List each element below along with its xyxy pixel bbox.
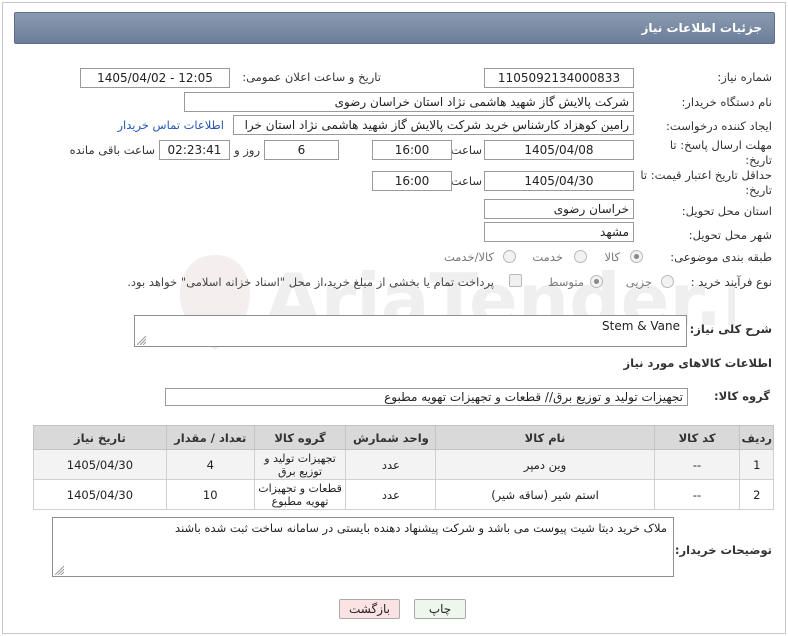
days-remaining-field: 6 bbox=[264, 140, 339, 160]
cell-item-code: -- bbox=[653, 479, 741, 510]
back-button[interactable]: بازگشت bbox=[339, 599, 400, 619]
print-button[interactable]: چاپ bbox=[414, 599, 466, 619]
cell-row-number: 2 bbox=[739, 479, 774, 510]
category-service-radio[interactable] bbox=[574, 250, 587, 263]
page-title: جزئیات اطلاعات نیاز bbox=[641, 21, 762, 35]
cell-need-date: 1405/04/30 bbox=[33, 479, 167, 510]
cell-item-group: قطعات و تجهیزات تهویه مطبوع bbox=[253, 479, 347, 510]
buyer-notes-text: ملاک خرید دیتا شیت پیوست می باشد و شرکت … bbox=[175, 521, 667, 535]
province-field: خراسان رضوی bbox=[484, 199, 634, 219]
cell-item-name: استم شیر (ساقه شیر) bbox=[435, 479, 655, 510]
day-and-label: روز و bbox=[234, 143, 260, 157]
category-goods-service-label: کالا/خدمت bbox=[443, 250, 494, 264]
process-medium-label: متوسط bbox=[547, 275, 584, 289]
cell-need-date: 1405/04/30 bbox=[33, 449, 167, 480]
city-label: شهر محل تحویل: bbox=[688, 228, 772, 242]
time-remaining-field: 02:23:41 bbox=[159, 140, 230, 160]
cell-unit: عدد bbox=[345, 479, 437, 510]
price-hour-label: ساعت bbox=[450, 174, 482, 188]
price-validity-date-field: 1405/04/30 bbox=[484, 171, 634, 191]
buyer-notes-label: توضیحات خریدار: bbox=[674, 543, 772, 557]
reply-deadline-label: مهلت ارسال پاسخ: تا تاریخ: bbox=[669, 138, 772, 167]
cell-item-name: وین دمپر bbox=[435, 449, 655, 480]
col-header-item-group: گروه کالا bbox=[253, 425, 347, 450]
buyer-org-field: شرکت پالایش گاز شهید هاشمی نژاد استان خر… bbox=[184, 92, 634, 112]
goods-section-title: اطلاعات کالاهای مورد نیاز bbox=[623, 356, 772, 370]
cell-unit: عدد bbox=[345, 449, 437, 480]
col-header-quantity: تعداد / مقدار bbox=[165, 425, 255, 450]
description-label: شرح کلی نیاز: bbox=[689, 322, 772, 336]
col-header-row-number: ردیف bbox=[739, 425, 774, 450]
reply-date-field: 1405/04/08 bbox=[484, 140, 634, 160]
reply-time-field: 16:00 bbox=[372, 140, 452, 160]
creator-field: رامین کوهزاد کارشناس خرید شرکت پالایش گا… bbox=[233, 115, 634, 135]
treasury-payment-checkbox[interactable] bbox=[509, 274, 522, 287]
col-header-unit: واحد شمارش bbox=[345, 425, 437, 450]
col-header-item-code: کد کالا bbox=[653, 425, 741, 450]
price-validity-label: حداقل تاریخ اعتبار قیمت: تا تاریخ: bbox=[640, 168, 772, 197]
category-goods-radio[interactable] bbox=[630, 250, 643, 263]
cell-item-group: تجهیزات تولید و توزیع برق bbox=[253, 449, 347, 480]
category-goods-label: کالا bbox=[604, 250, 620, 264]
buyer-notes-textarea[interactable]: ملاک خرید دیتا شیت پیوست می باشد و شرکت … bbox=[52, 517, 674, 577]
reply-hour-label: ساعت bbox=[450, 143, 482, 157]
cell-item-code: -- bbox=[653, 449, 741, 480]
goods-group-field: تجهیزات تولید و توزیع برق// قطعات و تجهی… bbox=[165, 388, 688, 406]
buyer-org-label: نام دستگاه خریدار: bbox=[681, 95, 772, 109]
goods-group-label: گروه کالا: bbox=[714, 389, 770, 403]
contact-info-link[interactable]: اطلاعات تماس خریدار bbox=[117, 118, 224, 132]
page-header: جزئیات اطلاعات نیاز bbox=[14, 12, 775, 44]
treasury-payment-note: پرداخت تمام یا بخشی از مبلغ خرید،از محل … bbox=[127, 275, 494, 289]
process-medium-radio[interactable] bbox=[590, 275, 603, 288]
city-field: مشهد bbox=[484, 222, 634, 242]
category-label: طبقه بندی موضوعی: bbox=[670, 250, 772, 264]
goods-table: ردیف کد کالا نام کالا واحد شمارش گروه کا… bbox=[33, 425, 774, 510]
time-remaining-label: ساعت باقی مانده bbox=[69, 143, 155, 157]
announce-label: تاریخ و ساعت اعلان عمومی: bbox=[242, 70, 381, 84]
resize-grip-icon[interactable] bbox=[137, 336, 146, 345]
col-header-need-date: تاریخ نیاز bbox=[33, 425, 167, 450]
table-row: 1 -- وین دمپر عدد تجهیزات تولید و توزیع … bbox=[33, 449, 774, 480]
cell-row-number: 1 bbox=[739, 449, 774, 480]
cell-quantity: 4 bbox=[165, 449, 255, 480]
col-header-item-name: نام کالا bbox=[435, 425, 655, 450]
resize-grip-icon[interactable] bbox=[55, 566, 64, 575]
price-validity-time-field: 16:00 bbox=[372, 171, 452, 191]
cell-quantity: 10 bbox=[165, 479, 255, 510]
creator-label: ایجاد کننده درخواست: bbox=[666, 119, 772, 133]
process-type-label: نوع فرآیند خرید : bbox=[690, 275, 772, 289]
category-goods-service-radio[interactable] bbox=[503, 250, 516, 263]
process-minor-label: جزیی bbox=[625, 275, 652, 289]
table-row: 2 -- استم شیر (ساقه شیر) عدد قطعات و تجه… bbox=[33, 479, 774, 510]
need-number-label: شماره نیاز: bbox=[717, 70, 772, 84]
province-label: استان محل تحویل: bbox=[681, 204, 772, 218]
process-minor-radio[interactable] bbox=[661, 275, 674, 288]
description-textarea[interactable]: Stem & Vane bbox=[134, 315, 687, 347]
description-text: Stem & Vane bbox=[602, 319, 680, 333]
announce-datetime-field: 1405/04/02 - 12:05 bbox=[80, 68, 230, 88]
table-header-row: ردیف کد کالا نام کالا واحد شمارش گروه کا… bbox=[33, 425, 774, 450]
category-service-label: خدمت bbox=[532, 250, 563, 264]
need-number-field: 1105092134000833 bbox=[484, 68, 634, 88]
